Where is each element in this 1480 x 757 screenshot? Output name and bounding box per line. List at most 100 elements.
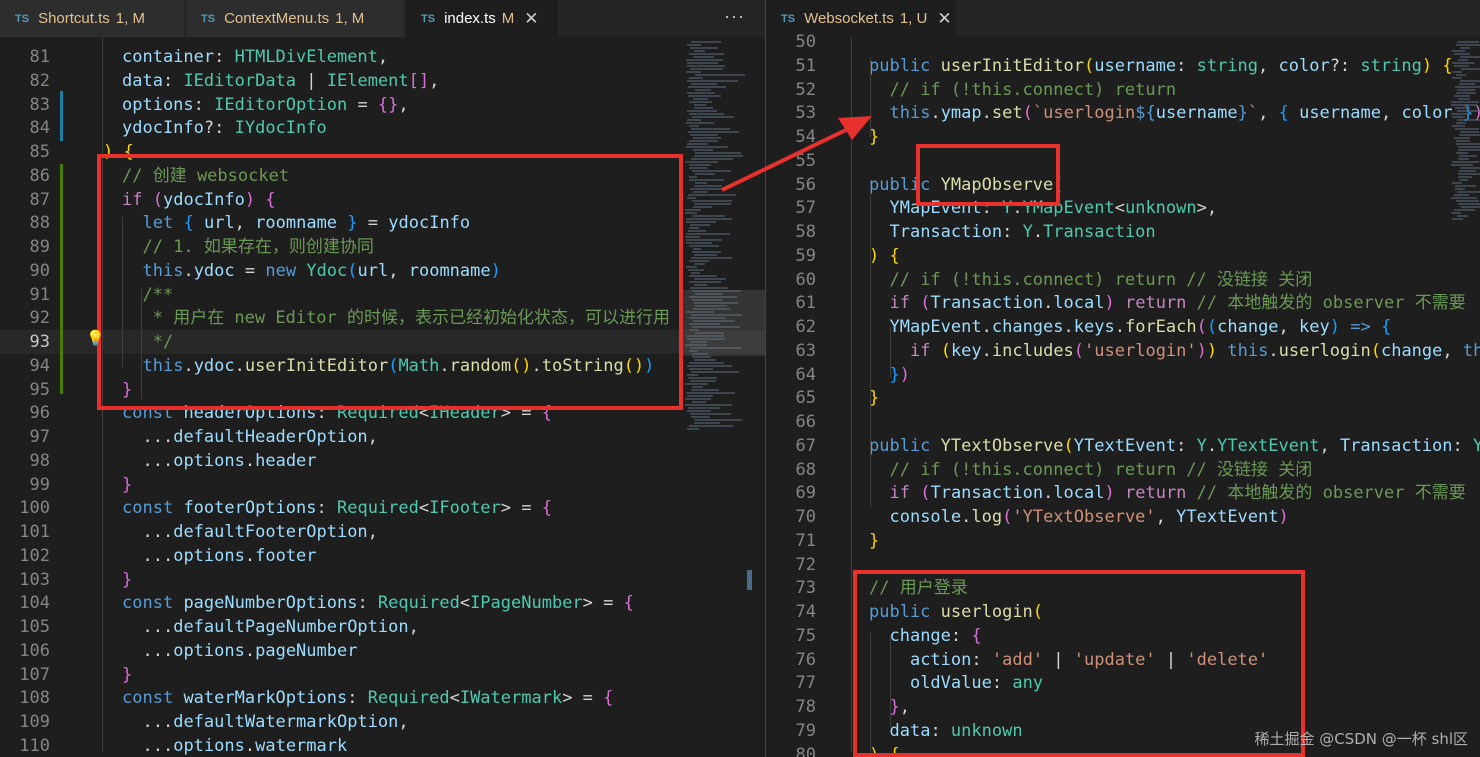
minimap-line — [1455, 86, 1480, 88]
line-number: 106 — [19, 640, 50, 661]
minimap-line — [1453, 95, 1470, 97]
minimap-line — [1451, 218, 1464, 220]
minimap-line — [690, 83, 718, 85]
code-line[interactable]: 70 console.log('YTextObserve', YTextEven… — [766, 505, 1480, 529]
minimap-line — [689, 77, 703, 79]
scrollbar-thumb[interactable] — [747, 570, 752, 590]
minimap-line — [694, 422, 720, 424]
code-line[interactable]: 100 const footerOptions: Required<IFooter… — [0, 496, 765, 520]
code-line[interactable]: 99} — [0, 473, 765, 497]
minimap-line — [689, 140, 718, 142]
code-line[interactable]: 63 if (key.includes('userlogin')) this.u… — [766, 339, 1480, 363]
close-icon[interactable]: ✕ — [937, 9, 951, 29]
code-line[interactable]: 98 ...options.header — [0, 449, 765, 473]
more-actions-icon[interactable]: ··· — [724, 6, 745, 27]
minimap-line — [690, 41, 721, 43]
code-line[interactable]: 55 — [766, 149, 1480, 173]
code-text: console.log('YTextObserve', YTextEvent) — [889, 507, 1289, 527]
tab-index-ts[interactable]: TS index.ts M ✕ — [406, 0, 558, 37]
code-line[interactable]: 106 ...options.pageNumber — [0, 639, 765, 663]
minimap-line — [686, 218, 733, 220]
git-change-marker[interactable] — [60, 164, 63, 394]
line-number: 56 — [795, 174, 816, 195]
line-number: 105 — [19, 617, 50, 637]
code-line[interactable]: 51 public userInitEditor(username: string… — [766, 54, 1480, 78]
code-text: ...options.header — [142, 450, 317, 471]
minimap-line — [687, 410, 711, 412]
line-number: 68 — [795, 459, 816, 480]
code-line[interactable]: 50 — [766, 30, 1480, 54]
minimap-line — [685, 209, 701, 211]
code-line[interactable]: 66 — [766, 410, 1480, 434]
code-line[interactable]: 54} — [766, 125, 1480, 149]
minimap-line — [685, 59, 724, 61]
tab-shortcut-ts[interactable]: TS Shortcut.ts 1, M — [0, 0, 184, 37]
code-line[interactable]: 60 // if (!this.connect) return // 没链接 关… — [766, 268, 1480, 292]
code-line[interactable]: 105 ...defaultPageNumberOption, — [0, 615, 765, 639]
code-line[interactable]: 59) { — [766, 244, 1480, 268]
minimap-line — [686, 392, 735, 394]
code-line[interactable]: 101 ...defaultFooterOption, — [0, 520, 765, 544]
tab-status: M — [501, 10, 515, 27]
minimap-line — [687, 428, 699, 430]
minimap-line — [1451, 116, 1465, 118]
code-line[interactable]: 82 data: IEditorData | IElement[], — [0, 69, 765, 93]
code-line[interactable]: 108 const waterMarkOptions: Required<IWat… — [0, 686, 765, 710]
code-line[interactable]: 65} — [766, 386, 1480, 410]
minimap-line — [1456, 44, 1480, 46]
minimap-line — [690, 380, 717, 382]
git-change-marker[interactable] — [60, 91, 63, 141]
code-text: ...defaultWatermarkOption, — [142, 712, 409, 732]
code-line[interactable]: 62 YMapEvent.changes.keys.forEach((chang… — [766, 315, 1480, 339]
code-line[interactable]: 53 this.ymap.set(`userlogin${username}`,… — [766, 101, 1480, 125]
code-text: public userInitEditor(username: string, … — [869, 55, 1453, 76]
minimap-line — [1456, 41, 1480, 43]
code-line[interactable]: 69 if (Transaction.local) return // 本地触发… — [766, 481, 1480, 505]
line-number: 81 — [29, 47, 50, 67]
line-number: 55 — [795, 150, 816, 171]
code-line[interactable]: 103} — [0, 568, 765, 592]
code-line[interactable]: 107} — [0, 663, 765, 687]
line-number: 74 — [795, 602, 816, 622]
code-line[interactable]: 57 YMapEvent: Y.YMapEvent<unknown>, — [766, 196, 1480, 220]
line-number: 62 — [795, 317, 816, 337]
code-line[interactable]: 68 // if (!this.connect) return // 没链接 关… — [766, 458, 1480, 482]
close-icon[interactable]: ✕ — [524, 9, 538, 29]
code-line[interactable]: 104 const pageNumberOptions: Required<IPa… — [0, 591, 765, 615]
code-line[interactable]: 84 ydocInfo?: IYdocInfo — [0, 116, 765, 140]
minimap-line — [692, 191, 707, 193]
minimap-slider[interactable] — [683, 290, 765, 356]
minimap-line — [687, 92, 716, 94]
minimap[interactable] — [683, 37, 745, 757]
code-line[interactable]: 81 container: HTMLDivElement, — [0, 45, 765, 69]
minimap-line — [1452, 125, 1465, 127]
code-line[interactable]: 110 ...options.watermark — [0, 734, 765, 757]
minimap-line — [687, 119, 702, 121]
line-number: 67 — [795, 435, 816, 456]
code-line[interactable]: 64 }) — [766, 363, 1480, 387]
minimap-line — [693, 284, 708, 286]
code-line[interactable]: 52 // if (!this.connect) return — [766, 78, 1480, 102]
code-line[interactable]: 97 ...defaultHeaderOption, — [0, 425, 765, 449]
code-text: options: IEditorOption = {}, — [122, 94, 409, 115]
minimap[interactable] — [1449, 37, 1480, 757]
code-line[interactable]: 102 ...options.footer — [0, 544, 765, 568]
line-number: 104 — [19, 593, 50, 614]
code-line[interactable]: 83 options: IEditorOption = {}, — [0, 93, 765, 117]
line-number: 54 — [795, 127, 816, 147]
code-line[interactable]: 71} — [766, 529, 1480, 553]
minimap-line — [686, 146, 728, 148]
line-number: 96 — [29, 403, 50, 424]
minimap-line — [693, 263, 706, 265]
code-line[interactable]: 56 public YMapObserve( — [766, 173, 1480, 197]
tab-contextmenu-ts[interactable]: TS ContextMenu.ts 1, M — [186, 0, 404, 37]
minimap-line — [686, 80, 738, 82]
code-line[interactable]: 67 public YTextObserve(YTextEvent: Y.YTex… — [766, 434, 1480, 458]
annotation-box-ymapobserve — [916, 144, 1060, 206]
minimap-line — [691, 158, 734, 160]
code-line[interactable]: 61 if (Transaction.local) return // 本地触发… — [766, 291, 1480, 315]
indent-guide — [890, 327, 891, 377]
code-line[interactable]: 109 ...defaultWatermarkOption, — [0, 710, 765, 734]
lightbulb-icon[interactable]: 💡 — [86, 329, 105, 347]
code-line[interactable]: 58 Transaction: Y.Transaction — [766, 220, 1480, 244]
